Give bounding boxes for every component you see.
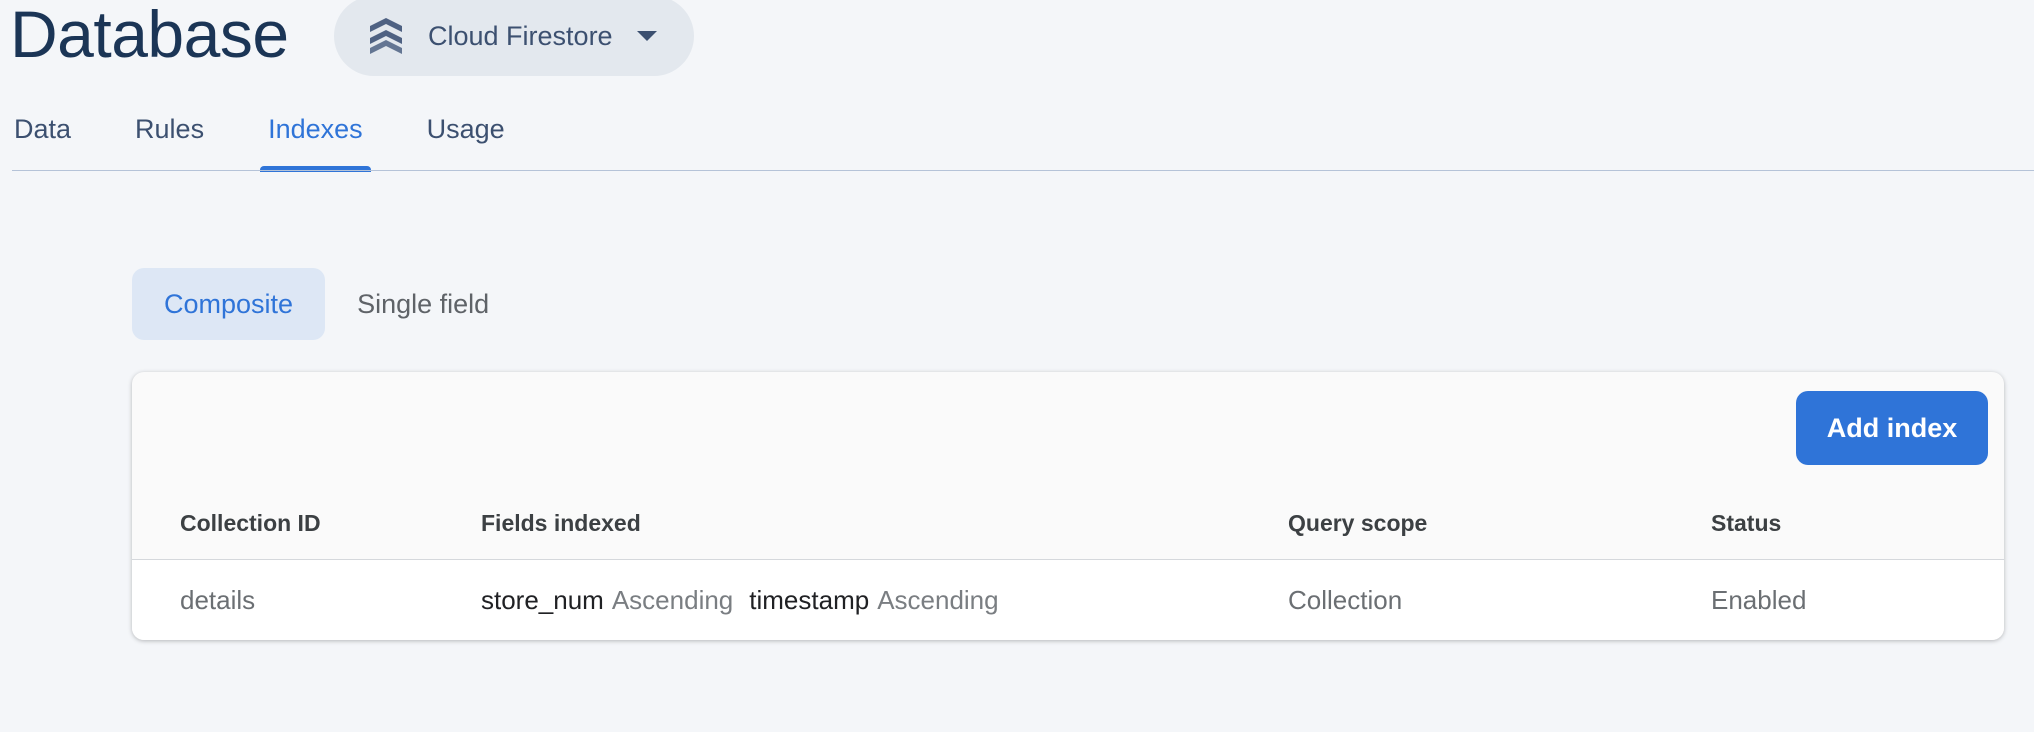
tab-rules[interactable]: Rules — [133, 108, 206, 166]
table-row[interactable]: details store_num Ascending timestamp Asce… — [132, 560, 2004, 640]
tab-data[interactable]: Data — [12, 108, 73, 166]
tab-indexes[interactable]: Indexes — [260, 108, 371, 172]
subtab-single-field[interactable]: Single field — [325, 268, 521, 340]
field-order: Ascending — [877, 584, 999, 615]
table-header: Collection ID Fields indexed Query scope… — [132, 488, 2004, 560]
field-name: store_num — [481, 584, 604, 615]
chevron-down-icon — [636, 31, 657, 41]
query-scope-cell: Collection — [1288, 584, 1403, 615]
product-selector-dropdown[interactable]: Cloud Firestore — [334, 0, 694, 76]
column-header-query-scope[interactable]: Query scope — [1288, 488, 1427, 559]
indexed-field: store_num Ascending — [481, 585, 733, 616]
field-order: Ascending — [611, 584, 734, 615]
firestore-icon — [366, 16, 406, 56]
tab-usage[interactable]: Usage — [425, 108, 507, 166]
add-index-button[interactable]: Add index — [1796, 391, 1988, 465]
page-title: Database — [10, 0, 289, 71]
subtab-composite[interactable]: Composite — [132, 268, 326, 340]
index-type-tabs: Composite Single field — [132, 268, 521, 340]
indexed-field: timestamp Ascending — [749, 585, 998, 616]
main-tabs: Data Rules Indexes Usage — [12, 108, 567, 172]
status-cell: Enabled — [1711, 584, 1807, 615]
collection-id-cell: details — [180, 584, 256, 615]
column-header-fields-indexed[interactable]: Fields indexed — [481, 488, 641, 559]
fields-indexed-cell: store_num Ascending timestamp Ascending — [481, 560, 999, 640]
tabs-divider — [12, 170, 2034, 171]
field-name: timestamp — [749, 584, 870, 615]
column-header-collection-id[interactable]: Collection ID — [180, 488, 321, 559]
product-selector-label: Cloud Firestore — [428, 20, 613, 51]
column-header-status[interactable]: Status — [1711, 488, 1781, 559]
indexes-card: Add index Collection ID Fields indexed Q… — [132, 372, 2004, 640]
